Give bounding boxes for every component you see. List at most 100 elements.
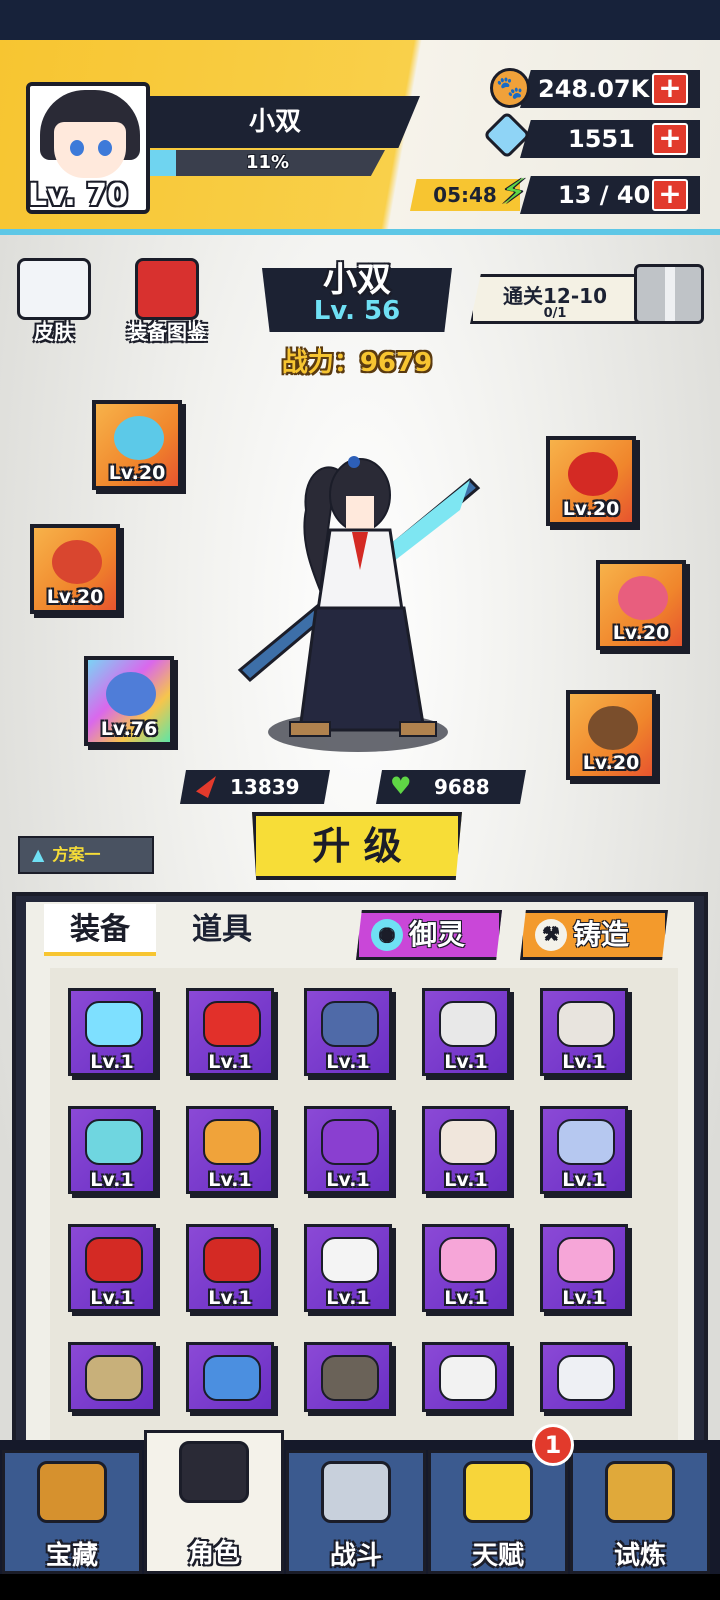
- inventory-item[interactable]: Lv.1: [304, 1106, 392, 1194]
- system-bar: [0, 1574, 720, 1600]
- inventory-item[interactable]: Lv.1: [68, 988, 156, 1076]
- tab-items[interactable]: 道具: [172, 904, 272, 956]
- inventory-item[interactable]: [540, 1342, 628, 1412]
- equip-slot-level: Lv.20: [612, 622, 670, 644]
- inventory-item[interactable]: Lv.1: [68, 1106, 156, 1194]
- nav-tab-0[interactable]: 宝藏: [2, 1450, 142, 1574]
- tab-equipment[interactable]: 装备: [44, 904, 156, 956]
- inventory-item-level: Lv.1: [90, 1287, 134, 1309]
- hero-name: 小双: [323, 260, 391, 300]
- equip-slot-boots[interactable]: Lv.20: [566, 690, 656, 780]
- inventory-item-level: Lv.1: [326, 1169, 370, 1191]
- inventory-item-level: Lv.1: [208, 1169, 252, 1191]
- skin-button[interactable]: 皮肤: [12, 258, 96, 345]
- rainbow-blade-icon: [106, 672, 156, 716]
- upgrade-button[interactable]: 升 级: [252, 812, 462, 880]
- jade-pendant-icon: [114, 416, 164, 460]
- gift-box-icon[interactable]: [634, 264, 704, 324]
- equip-slot-ring[interactable]: Lv.20: [30, 524, 120, 614]
- codex-book-icon: [135, 258, 199, 320]
- inventory-item[interactable]: Lv.1: [540, 1106, 628, 1194]
- nav-tab-3[interactable]: 天赋: [428, 1450, 568, 1574]
- inventory-item[interactable]: [186, 1342, 274, 1412]
- inventory-item[interactable]: Lv.1: [422, 1106, 510, 1194]
- inventory-item[interactable]: Lv.1: [68, 1224, 156, 1312]
- equip-slot-level: Lv.20: [108, 462, 166, 484]
- dark-blade-icon: [321, 1001, 379, 1047]
- equip-slot-level: Lv.76: [100, 718, 158, 740]
- karate-gi-icon: [439, 1355, 497, 1401]
- add-energy-button[interactable]: +: [652, 179, 688, 211]
- avatar-eye-right: [98, 140, 112, 156]
- inventory-item[interactable]: Lv.1: [186, 988, 274, 1076]
- oni-mask-icon: [321, 1237, 379, 1283]
- inventory-item-level: Lv.1: [444, 1169, 488, 1191]
- nav-tab-2[interactable]: 战斗: [286, 1450, 426, 1574]
- hp-value: 9688: [434, 775, 490, 799]
- purple-pendant-icon: [321, 1119, 379, 1165]
- add-coins-button[interactable]: +: [652, 73, 688, 105]
- dragon-ring-icon: [203, 1119, 261, 1165]
- hero-character[interactable]: [220, 440, 500, 760]
- inventory-item[interactable]: Lv.1: [304, 1224, 392, 1312]
- inventory-item[interactable]: [304, 1342, 392, 1412]
- inventory-item-level: Lv.1: [326, 1287, 370, 1309]
- boot-icon: [588, 706, 638, 750]
- equip-slot-level: Lv.20: [46, 586, 104, 608]
- ring-icon: [52, 540, 102, 584]
- heart-icon: ♥: [390, 772, 412, 800]
- equip-slot-necklace[interactable]: Lv.20: [92, 400, 182, 490]
- equipment-codex-button[interactable]: 装备图鉴: [112, 258, 222, 345]
- inventory-item[interactable]: Lv.1: [304, 988, 392, 1076]
- avatar-face: [54, 122, 126, 178]
- equip-slot-costume[interactable]: Lv.20: [596, 560, 686, 650]
- combat-power: 战力：9679: [281, 348, 433, 378]
- spiked-collar-icon: [439, 1119, 497, 1165]
- coin-value: 248.07K: [538, 75, 650, 103]
- backpack-icon: [85, 1355, 143, 1401]
- equip-slot-level: Lv.20: [562, 498, 620, 520]
- vest-icon: [321, 1355, 379, 1401]
- triangle-up-icon: ▲: [32, 845, 45, 864]
- pink-helmet-icon: [439, 1237, 497, 1283]
- preset-selector[interactable]: ▲ 方案一: [18, 836, 154, 874]
- pink-helmet-icon: [557, 1237, 615, 1283]
- paw-coin-icon: 🐾: [490, 68, 530, 108]
- inventory-item[interactable]: [422, 1342, 510, 1412]
- skin-label: 皮肤: [34, 320, 74, 344]
- stage-reward-progress: 0/1: [543, 306, 567, 321]
- forge-label: 铸造: [573, 918, 630, 951]
- attack-value: 13839: [230, 775, 300, 799]
- inventory-item-level: Lv.1: [208, 1287, 252, 1309]
- red-scarf-icon: [85, 1237, 143, 1283]
- inventory-item[interactable]: Lv.1: [422, 988, 510, 1076]
- add-gems-button[interactable]: +: [652, 123, 688, 155]
- blue-glove-icon: [203, 1355, 261, 1401]
- inventory-item[interactable]: [68, 1342, 156, 1412]
- stage-reward-title: 通关12-10: [503, 284, 607, 308]
- inventory-item[interactable]: Lv.1: [186, 1224, 274, 1312]
- red-sword-icon: [203, 1001, 261, 1047]
- player-level: Lv. 70: [28, 178, 128, 213]
- nav-tab-1[interactable]: 角色: [144, 1430, 284, 1574]
- equip-slot-level: Lv.20: [582, 752, 640, 774]
- inventory-item[interactable]: Lv.1: [540, 988, 628, 1076]
- light-sword-icon: [85, 1001, 143, 1047]
- trial-emblem-icon: [605, 1461, 675, 1523]
- inventory-item[interactable]: Lv.1: [422, 1224, 510, 1312]
- hammer-icon: ⚒: [535, 919, 567, 951]
- inventory-item[interactable]: Lv.1: [540, 1224, 628, 1312]
- equip-slot-weapon[interactable]: Lv.76: [84, 656, 174, 746]
- sailor-uniform-icon: [557, 1355, 615, 1401]
- equip-slot-scarf[interactable]: Lv.20: [546, 436, 636, 526]
- nav-tab-label: 战斗: [329, 1541, 382, 1571]
- inventory-item-level: Lv.1: [444, 1051, 488, 1073]
- inventory-item[interactable]: Lv.1: [186, 1106, 274, 1194]
- crossed-swords-icon: [321, 1461, 391, 1523]
- player-name: 小双: [150, 96, 420, 148]
- nav-tab-4[interactable]: 试炼: [570, 1450, 710, 1574]
- exp-percent: 11%: [245, 152, 290, 173]
- forge-button[interactable]: ⚒ 铸造: [520, 910, 668, 960]
- jade-ring-icon: [85, 1119, 143, 1165]
- spirit-button[interactable]: ◉ 御灵: [356, 910, 502, 960]
